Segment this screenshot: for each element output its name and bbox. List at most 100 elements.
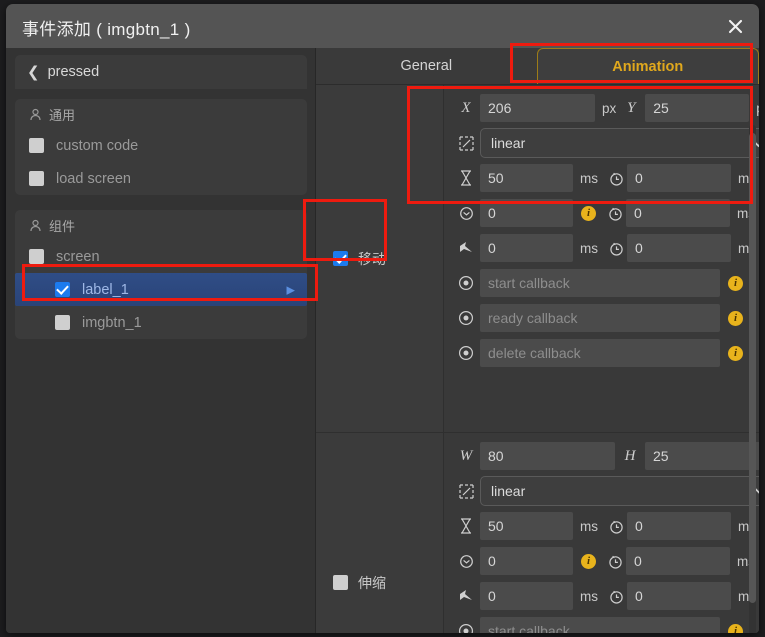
field-row-playback: ms ms: [452, 581, 759, 611]
clock-icon: [605, 241, 627, 256]
start-callback-input[interactable]: [480, 617, 720, 633]
delete-callback-info-icon[interactable]: i: [728, 345, 743, 361]
ready-callback-input[interactable]: [480, 304, 720, 332]
checkbox-screen[interactable]: [29, 249, 44, 264]
easing-path-icon: [452, 483, 480, 499]
sidebar-back-header[interactable]: ❮ pressed: [15, 55, 307, 89]
back-arrow-icon: [452, 241, 480, 255]
sidebar-item-screen[interactable]: screen: [15, 240, 307, 273]
x-axis-label-icon: X: [461, 99, 471, 116]
ready-callback-info-icon[interactable]: i: [728, 310, 743, 326]
target-icon: [452, 623, 480, 633]
clock-icon: [604, 206, 626, 221]
checkbox-label-1[interactable]: [55, 282, 70, 297]
clock-icon: [605, 519, 627, 534]
easing-path-icon: [452, 135, 480, 151]
sidebar-group-title-label: 通用: [49, 107, 76, 123]
vertical-scrollbar[interactable]: [749, 125, 756, 633]
dialog-body: ❮ pressed 通用 custom code load screen 组件 …: [6, 48, 759, 633]
chevron-right-icon[interactable]: ▶: [287, 283, 295, 296]
repeat-delay-input[interactable]: [626, 547, 730, 575]
sidebar-item-label: custom code: [56, 137, 139, 154]
checkbox-move[interactable]: [333, 251, 348, 266]
playback-input[interactable]: [480, 234, 573, 262]
repeat-delay-input[interactable]: [626, 199, 730, 227]
field-row-easing: linear: [452, 476, 759, 506]
animation-content: 移动 X px Y: [316, 84, 759, 633]
duration-input[interactable]: [480, 164, 573, 192]
sidebar-group-title: 通用: [15, 99, 307, 129]
dialog-title: 事件添加 ( imgbtn_1 ): [22, 20, 191, 39]
duration-unit: ms: [580, 170, 598, 186]
sidebar-item-label: load screen: [56, 170, 131, 187]
clock-icon: [605, 589, 627, 604]
field-row-repeat: i ms: [452, 198, 759, 228]
repeat-input[interactable]: [480, 199, 573, 227]
repeat-input[interactable]: [480, 547, 573, 575]
section-move: 移动 X px Y: [316, 85, 759, 432]
width-input[interactable]: [480, 442, 615, 470]
section-scale: 伸缩 W H: [316, 432, 759, 633]
user-icon: [30, 219, 41, 231]
delete-callback-input[interactable]: [480, 339, 720, 367]
sidebar-item-label: imgbtn_1: [82, 314, 142, 331]
playback-delay-input[interactable]: [627, 582, 731, 610]
section-move-fields: X px Y px: [444, 85, 759, 432]
field-row-ready-callback: i: [452, 303, 759, 333]
field-row-size: W H: [452, 441, 759, 471]
easing-select[interactable]: linear: [480, 476, 759, 506]
hourglass-icon: [452, 518, 480, 534]
scrollbar-thumb[interactable]: [749, 133, 756, 603]
field-row-position: X px Y px: [452, 93, 759, 123]
sidebar-item-label-1[interactable]: label_1 ▶: [15, 273, 307, 306]
checkbox-custom-code[interactable]: [29, 138, 44, 153]
user-icon: [30, 108, 41, 120]
start-callback-input[interactable]: [480, 269, 720, 297]
section-scale-toggle[interactable]: 伸缩: [316, 433, 444, 633]
sidebar-item-imgbtn-1[interactable]: imgbtn_1: [15, 306, 307, 339]
field-row-duration: ms ms: [452, 511, 759, 541]
delay-input[interactable]: [627, 164, 731, 192]
easing-select[interactable]: linear: [480, 128, 759, 158]
x-input[interactable]: [480, 94, 595, 122]
easing-select-value: linear: [491, 135, 526, 151]
event-add-dialog: 事件添加 ( imgbtn_1 ) ❮ pressed 通用 custom co…: [6, 4, 759, 633]
y-axis-label-icon: Y: [627, 99, 636, 116]
tab-animation[interactable]: Animation: [536, 48, 759, 84]
height-input[interactable]: [645, 442, 759, 470]
start-callback-info-icon[interactable]: i: [728, 275, 743, 291]
y-input[interactable]: [645, 94, 750, 122]
sidebar-item-load-screen[interactable]: load screen: [15, 162, 307, 195]
clock-icon: [604, 554, 626, 569]
sidebar-group-general: 通用 custom code load screen: [15, 99, 307, 195]
delay-input[interactable]: [627, 512, 731, 540]
sidebar-group-title: 组件: [15, 210, 307, 240]
start-callback-info-icon[interactable]: i: [728, 623, 743, 633]
sidebar-item-label: label_1: [82, 281, 129, 298]
duration-input[interactable]: [480, 512, 573, 540]
close-icon[interactable]: [721, 12, 749, 40]
height-label-icon: H: [624, 447, 636, 464]
sidebar-group-title-label: 组件: [49, 218, 76, 234]
checkbox-scale[interactable]: [333, 575, 348, 590]
sidebar: ❮ pressed 通用 custom code load screen 组件 …: [6, 48, 316, 633]
field-row-start-callback: i: [452, 616, 759, 633]
easing-select-value: linear: [491, 483, 526, 499]
playback-delay-input[interactable]: [627, 234, 731, 262]
sidebar-item-custom-code[interactable]: custom code: [15, 129, 307, 162]
section-move-toggle[interactable]: 移动: [316, 85, 444, 432]
sidebar-group-components: 组件 screen label_1 ▶ imgbtn_1: [15, 210, 307, 339]
repeat-icon: [452, 554, 480, 569]
tab-general[interactable]: General: [316, 48, 537, 84]
playback-input[interactable]: [480, 582, 573, 610]
clock-icon: [605, 171, 627, 186]
target-icon: [452, 345, 480, 361]
repeat-info-icon[interactable]: i: [581, 205, 596, 221]
checkbox-imgbtn-1[interactable]: [55, 315, 70, 330]
section-scale-label: 伸缩: [358, 574, 386, 591]
checkbox-load-screen[interactable]: [29, 171, 44, 186]
target-icon: [452, 275, 480, 291]
repeat-info-icon[interactable]: i: [581, 553, 596, 569]
x-unit: px: [602, 100, 617, 116]
duration-unit: ms: [580, 518, 598, 534]
